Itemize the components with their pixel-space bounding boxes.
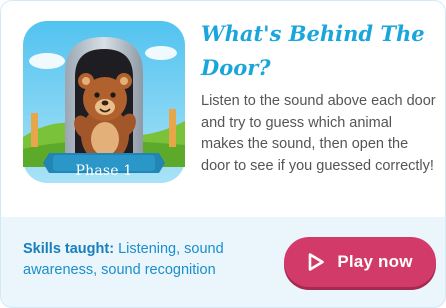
skills-label: Skills taught:: [23, 241, 115, 257]
game-card-top: Phase 1 What's Behind The Door? Listen t…: [1, 1, 445, 217]
play-now-label: Play now: [337, 252, 413, 271]
phase-label: Phase 1: [75, 163, 133, 179]
game-title[interactable]: What's Behind The Door?: [201, 17, 441, 85]
door-bear-illustration: [23, 21, 185, 183]
play-now-button[interactable]: Play now: [284, 237, 436, 287]
skills-taught: Skills taught: Listening, sound awarenes…: [23, 239, 259, 281]
play-outline-icon: [307, 252, 325, 272]
game-card: Phase 1 What's Behind The Door? Listen t…: [0, 0, 446, 308]
game-description: Listen to the sound above each door and …: [201, 93, 436, 174]
game-thumbnail[interactable]: Phase 1: [19, 17, 189, 187]
